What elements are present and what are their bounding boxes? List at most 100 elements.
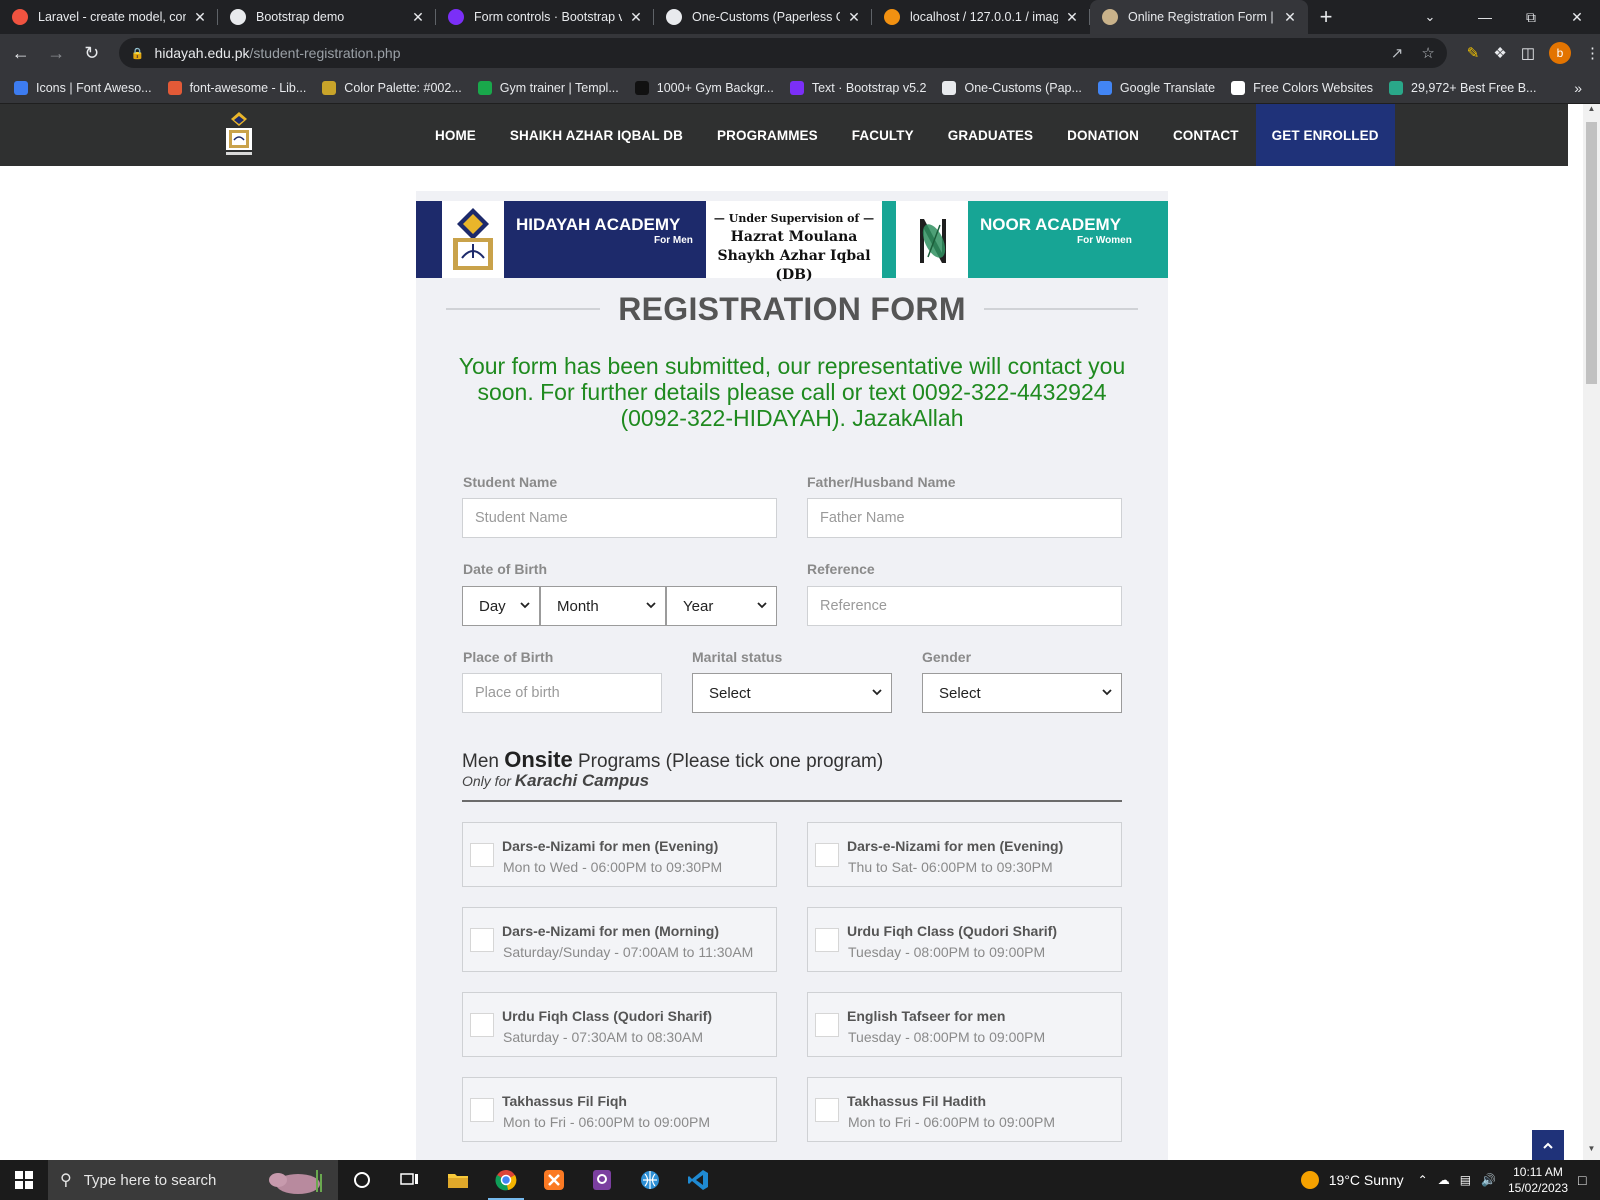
profile-avatar[interactable]: b <box>1549 42 1572 64</box>
browser-tab[interactable]: localhost / 127.0.0.1 / image_ ✕ <box>872 0 1090 34</box>
program-checkbox[interactable] <box>815 1098 839 1122</box>
onedrive-cloud-icon[interactable]: ☁ <box>1438 1173 1450 1187</box>
program-checkbox[interactable] <box>470 1013 494 1037</box>
bookmarks-overflow-icon[interactable]: » <box>1574 80 1582 96</box>
bookmark-item[interactable]: 1000+ Gym Backgr... <box>634 80 774 95</box>
program-option[interactable]: Dars-e-Nizami for men (Evening) Thu to Sa… <box>807 822 1122 887</box>
browser-tab[interactable]: Bootstrap demo ✕ <box>218 0 436 34</box>
bookmark-item[interactable]: Free Colors Websites <box>1231 80 1373 95</box>
network-app-icon[interactable] <box>626 1160 674 1200</box>
tray-overflow-icon[interactable]: ⌃ <box>1418 1173 1428 1187</box>
bookmark-item[interactable]: font-awesome - Lib... <box>167 80 306 95</box>
student-name-input[interactable]: Student Name <box>462 498 777 538</box>
close-tab-icon[interactable]: ✕ <box>192 9 208 26</box>
program-checkbox[interactable] <box>470 928 494 952</box>
windows-start-button[interactable] <box>0 1160 48 1200</box>
gender-select[interactable]: Select <box>922 673 1122 713</box>
browser-tab[interactable]: Form controls · Bootstrap v5. ✕ <box>436 0 654 34</box>
bookmark-item[interactable]: Google Translate <box>1097 80 1215 95</box>
new-tab-button[interactable]: + <box>1308 0 1344 34</box>
browser-tab[interactable]: Laravel - create model, contro ✕ <box>0 0 218 34</box>
cortana-icon[interactable] <box>338 1160 386 1200</box>
program-option[interactable]: Urdu Fiqh Class (Qudori Sharif) Tuesday -… <box>807 907 1122 972</box>
program-option[interactable]: Dars-e-Nizami for men (Evening) Mon to We… <box>462 822 777 887</box>
weather-widget[interactable]: 19°C Sunny <box>1300 1171 1404 1189</box>
close-window-button[interactable]: ✕ <box>1554 0 1600 34</box>
dob-day-select[interactable]: Day <box>462 586 540 626</box>
url-path: /student-registration.php <box>249 45 401 61</box>
share-icon[interactable]: ↗ <box>1391 44 1404 62</box>
task-view-icon[interactable] <box>386 1160 434 1200</box>
nav-link-home[interactable]: HOME <box>418 104 493 166</box>
program-option[interactable]: Takhassus Fil Hadith Mon to Fri - 06:00PM… <box>807 1077 1122 1142</box>
nav-link-contact[interactable]: CONTACT <box>1156 104 1256 166</box>
hidayah-logo[interactable] <box>220 110 258 160</box>
notifications-icon[interactable]: □ <box>1578 1172 1600 1188</box>
marital-status-select[interactable]: Select <box>692 673 892 713</box>
bookmark-label: One-Customs (Pap... <box>964 80 1082 95</box>
address-bar[interactable]: 🔒 hidayah.edu.pk/student-registration.ph… <box>118 38 1447 68</box>
nav-link-graduates[interactable]: GRADUATES <box>931 104 1050 166</box>
browser-tab[interactable]: Online Registration Form | Hi ✕ <box>1090 0 1308 34</box>
bookmark-item[interactable]: 29,972+ Best Free B... <box>1389 80 1536 95</box>
program-checkbox[interactable] <box>815 928 839 952</box>
program-checkbox[interactable] <box>815 843 839 867</box>
father-name-input[interactable]: Father Name <box>807 498 1122 538</box>
url-host: hidayah.edu.pk <box>154 45 250 61</box>
volume-icon[interactable]: 🔊 <box>1481 1173 1496 1187</box>
nav-link-faculty[interactable]: FACULTY <box>835 104 931 166</box>
taskbar-search-box[interactable]: ⚲ Type here to search <box>48 1160 338 1200</box>
close-tab-icon[interactable]: ✕ <box>846 9 862 26</box>
program-option[interactable]: Urdu Fiqh Class (Qudori Sharif) Saturday … <box>462 992 777 1057</box>
page-scrollbar[interactable]: ▲ ▼ <box>1583 104 1600 1160</box>
bookmark-item[interactable]: Gym trainer | Templ... <box>477 80 619 95</box>
nav-link-shaikh-azhar-iqbal-db[interactable]: SHAIKH AZHAR IQBAL DB <box>493 104 700 166</box>
program-option[interactable]: Takhassus Fil Fiqh Mon to Fri - 06:00PM t… <box>462 1077 777 1142</box>
program-option[interactable]: Dars-e-Nizami for men (Morning) Saturday/… <box>462 907 777 972</box>
nav-link-programmes[interactable]: PROGRAMMES <box>700 104 835 166</box>
vscode-icon[interactable] <box>674 1160 722 1200</box>
browser-tab[interactable]: One-Customs (Paperless Goo ✕ <box>654 0 872 34</box>
program-checkbox[interactable] <box>815 1013 839 1037</box>
chrome-taskbar-icon[interactable] <box>482 1160 530 1200</box>
extensions-puzzle-icon[interactable]: ❖ <box>1493 44 1506 62</box>
nav-link-donation[interactable]: DONATION <box>1050 104 1156 166</box>
taskbar-clock[interactable]: 10:11 AM 15/02/2023 <box>1506 1164 1570 1196</box>
dob-month-select[interactable]: Month <box>540 586 666 626</box>
close-tab-icon[interactable]: ✕ <box>1064 9 1080 26</box>
scroll-down-arrow[interactable]: ▼ <box>1583 1144 1600 1160</box>
bookmark-item[interactable]: Text · Bootstrap v5.2 <box>789 80 926 95</box>
restore-button[interactable]: ⧉ <box>1508 0 1554 34</box>
back-button[interactable]: ← <box>6 38 36 68</box>
close-tab-icon[interactable]: ✕ <box>410 9 426 26</box>
xampp-icon[interactable] <box>530 1160 578 1200</box>
menu-kebab-icon[interactable]: ⋮ <box>1585 44 1600 62</box>
get-enrolled-button[interactable]: GET ENROLLED <box>1255 104 1395 166</box>
bookmark-item[interactable]: Color Palette: #002... <box>322 80 462 95</box>
network-icon[interactable]: ▤ <box>1460 1173 1471 1187</box>
dob-year-select[interactable]: Year <box>666 586 777 626</box>
scrollbar-thumb[interactable] <box>1586 122 1597 384</box>
close-tab-icon[interactable]: ✕ <box>1282 9 1298 26</box>
back-to-top-button[interactable] <box>1532 1130 1564 1160</box>
system-tray: 19°C Sunny ⌃ ☁ ▤ 🔊 10:11 AM 15/02/2023 □ <box>1300 1160 1600 1200</box>
program-option[interactable]: English Tafseer for men Tuesday - 08:00PM… <box>807 992 1122 1057</box>
reload-button[interactable]: ↻ <box>77 38 107 68</box>
file-explorer-icon[interactable] <box>434 1160 482 1200</box>
extension-pen-icon[interactable]: ✎ <box>1467 44 1480 62</box>
bookmark-star-icon[interactable]: ☆ <box>1421 44 1434 62</box>
program-title: English Tafseer for men <box>847 1008 1006 1024</box>
tab-search-icon[interactable]: ⌄ <box>1410 0 1450 34</box>
forward-button[interactable]: → <box>42 38 72 68</box>
pdf-tool-icon[interactable] <box>578 1160 626 1200</box>
place-of-birth-input[interactable]: Place of birth <box>462 673 662 713</box>
program-checkbox[interactable] <box>470 1098 494 1122</box>
bookmark-item[interactable]: One-Customs (Pap... <box>942 80 1082 95</box>
reference-input[interactable]: Reference <box>807 586 1122 626</box>
minimize-button[interactable]: — <box>1462 0 1508 34</box>
scroll-up-arrow[interactable]: ▲ <box>1583 104 1600 120</box>
side-panel-icon[interactable]: ◫ <box>1521 44 1535 62</box>
close-tab-icon[interactable]: ✕ <box>628 9 644 26</box>
bookmark-item[interactable]: Icons | Font Aweso... <box>14 80 152 95</box>
program-checkbox[interactable] <box>470 843 494 867</box>
